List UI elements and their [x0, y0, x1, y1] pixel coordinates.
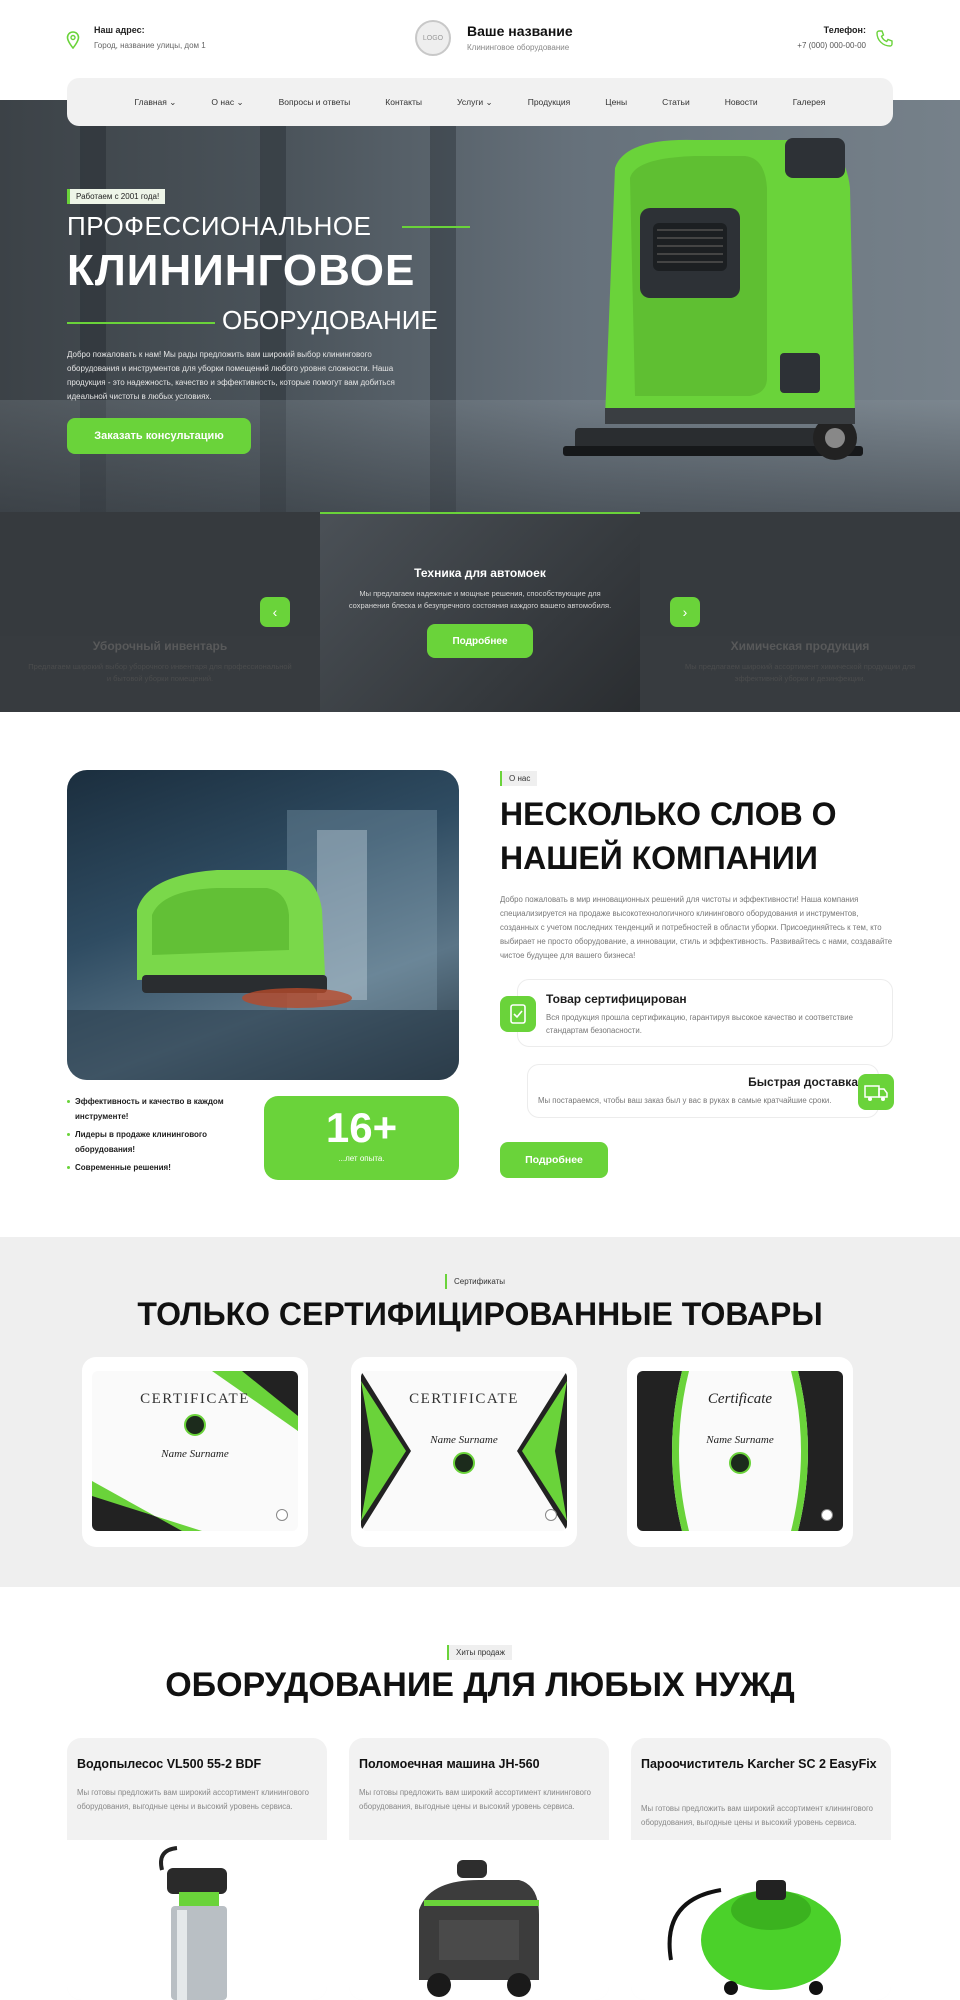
logo[interactable]: LOGO — [415, 20, 451, 56]
steam-cleaner-image — [667, 1880, 841, 1995]
nav-item-services[interactable]: Услуги ⌄ — [457, 97, 493, 108]
slide-title: Химическая продукция — [730, 639, 870, 653]
address-value: Город, название улицы, дом 1 — [94, 41, 206, 50]
accent-line — [402, 226, 470, 228]
product-card[interactable]: Поломоечная машина JH-560 Мы готовы пред… — [349, 1738, 609, 2000]
certificate-card[interactable]: CERTIFICATE Name Surname — [351, 1357, 577, 1547]
slide-text: Мы предлагаем широкий ассортимент химиче… — [684, 662, 916, 683]
floor-scrubber-image — [563, 138, 863, 460]
experience-card: 16+ ...лет опыта. — [264, 1096, 459, 1180]
nav-item-about[interactable]: О нас ⌄ — [211, 97, 243, 108]
phone-title: Телефон: — [823, 25, 866, 35]
slide-title: Уборочный инвентарь — [92, 639, 228, 653]
product-title[interactable]: Водопылесос VL500 55-2 BDF — [77, 1756, 317, 1772]
certificate-card[interactable]: Certificate Name Surname — [627, 1357, 853, 1547]
certificate-image: Certificate Name Surname — [637, 1371, 843, 1531]
nav-item-news[interactable]: Новости — [725, 97, 758, 107]
slide-text: Предлагаем широкий выбор уборочного инве… — [28, 662, 292, 683]
hero-badge: Работаем с 2001 года! — [67, 189, 166, 204]
product-text: Мы готовы предложить вам широкий ассорти… — [641, 1804, 874, 1827]
product-title[interactable]: Пароочиститель Karcher SC 2 EasyFix — [641, 1756, 881, 1772]
hero-description: Добро пожаловать к нам! Мы рады предложи… — [67, 350, 395, 401]
certificate-heading: CERTIFICATE — [140, 1391, 250, 1407]
brand-name[interactable]: Ваше название — [467, 23, 573, 39]
nav-item-prices[interactable]: Цены — [605, 97, 627, 107]
about-bullets: Эффективность и качество в каждом инстру… — [67, 1094, 252, 1178]
scrubber-machine-image — [419, 1860, 539, 1997]
address-title: Наш адрес: — [94, 25, 145, 35]
certificate-name: Name Surname — [430, 1434, 498, 1446]
slide-more-button[interactable]: Подробнее — [427, 624, 533, 658]
certificate-name: Name Surname — [161, 1448, 229, 1460]
feature-text: Вся продукция прошла сертификацию, гаран… — [546, 1013, 853, 1035]
phone-icon[interactable] — [876, 29, 894, 47]
chevron-down-icon: ⌄ — [169, 96, 177, 107]
nav-item-articles[interactable]: Статьи — [662, 97, 690, 107]
slide-text: Мы предлагаем надежные и мощные решения,… — [348, 589, 612, 610]
product-title[interactable]: Поломоечная машина JH-560 — [359, 1756, 599, 1772]
logo-text: LOGO — [422, 34, 444, 42]
about-text: Добро пожаловать в мир инновационных реш… — [500, 895, 893, 960]
slide-car-wash[interactable]: Техника для автомоек Мы предлагаем надеж… — [320, 512, 640, 712]
nav-item-products[interactable]: Продукция — [528, 97, 571, 107]
product-image — [67, 1840, 327, 2000]
slide-title: Техника для автомоек — [414, 566, 546, 580]
chevron-down-icon: ⌄ — [485, 96, 493, 107]
zoom-icon[interactable] — [821, 1509, 833, 1521]
certificates-title: ТОЛЬКО СЕРТИФИЦИРОВАННЫЕ ТОВАРЫ — [137, 1296, 823, 1332]
bullet-item: Современные решения! — [67, 1160, 252, 1175]
certificate-image: CERTIFICATE Name Surname — [361, 1371, 567, 1531]
hero-title-line1: ПРОФЕССИОНАЛЬНОЕ — [67, 211, 372, 241]
chevron-left-icon[interactable]: ‹ — [260, 597, 290, 627]
product-card[interactable]: Водопылесос VL500 55-2 BDF Мы готовы пре… — [67, 1738, 327, 2000]
chevron-down-icon: ⌄ — [236, 96, 244, 107]
hero-title-line2: КЛИНИНГОВОЕ — [67, 246, 416, 295]
product-image — [631, 1840, 891, 2000]
certificate-icon — [500, 996, 536, 1032]
certificate-image: CERTIFICATE Name Surname — [92, 1371, 298, 1531]
certificate-name: Name Surname — [706, 1434, 774, 1446]
products-tag: Хиты продаж — [447, 1645, 512, 1660]
bullet-item: Лидеры в продаже клинингового оборудован… — [67, 1127, 252, 1157]
about-image — [67, 770, 459, 1080]
phone-value[interactable]: +7 (000) 000-00-00 — [760, 41, 866, 50]
feature-certified: Товар сертифицирован Вся продукция прошл… — [517, 979, 893, 1047]
product-text: Мы готовы предложить вам широкий ассорти… — [77, 1788, 310, 1811]
nav-item-contacts[interactable]: Контакты — [385, 97, 422, 107]
feature-text: Мы постараемся, чтобы ваш заказ был у ва… — [538, 1096, 832, 1105]
feature-title: Быстрая доставка — [748, 1075, 858, 1089]
zoom-icon[interactable] — [276, 1509, 288, 1521]
accent-line — [67, 322, 215, 324]
hero-title-line3: ОБОРУДОВАНИЕ — [222, 305, 438, 335]
truck-icon — [858, 1074, 894, 1110]
product-text: Мы готовы предложить вам широкий ассорти… — [359, 1788, 592, 1811]
brand-subtitle: Клининговое оборудование — [467, 43, 570, 52]
about-more-button[interactable]: Подробнее — [500, 1142, 608, 1178]
chevron-right-icon[interactable]: › — [670, 597, 700, 627]
certificate-card[interactable]: CERTIFICATE Name Surname — [82, 1357, 308, 1547]
product-image — [349, 1840, 609, 2000]
nav-item-gallery[interactable]: Галерея — [793, 97, 826, 107]
zoom-icon[interactable] — [545, 1509, 557, 1521]
consultation-button[interactable]: Заказать консультацию — [67, 418, 251, 454]
experience-label: ...лет опыта. — [338, 1154, 385, 1163]
certificate-heading: Certificate — [707, 1391, 773, 1407]
about-title: НЕСКОЛЬКО СЛОВ О НАШЕЙ КОМПАНИИ — [500, 796, 837, 876]
map-pin-icon — [66, 31, 80, 49]
product-card[interactable]: Пароочиститель Karcher SC 2 EasyFix Мы г… — [631, 1738, 891, 2000]
wet-vacuum-image — [159, 1846, 227, 2000]
products-title: ОБОРУДОВАНИЕ ДЛЯ ЛЮБЫХ НУЖД — [165, 1666, 795, 1704]
feature-title: Товар сертифицирован — [546, 992, 687, 1006]
scrubber-photo — [67, 810, 459, 1080]
certificate-heading: CERTIFICATE — [409, 1391, 519, 1407]
nav-item-home[interactable]: Главная ⌄ — [135, 97, 177, 108]
main-nav: Главная ⌄ О нас ⌄ Вопросы и ответы Конта… — [67, 78, 893, 126]
about-tag: О нас — [500, 771, 538, 786]
experience-number: 16+ — [325, 1104, 398, 1151]
certificates-tag: Сертификаты — [445, 1274, 513, 1289]
feature-delivery: Быстрая доставка Мы постараемся, чтобы в… — [527, 1064, 879, 1118]
category-slider: Уборочный инвентарь Предлагаем широкий в… — [0, 512, 960, 712]
bullet-item: Эффективность и качество в каждом инстру… — [67, 1094, 252, 1124]
nav-item-faq[interactable]: Вопросы и ответы — [279, 97, 351, 107]
